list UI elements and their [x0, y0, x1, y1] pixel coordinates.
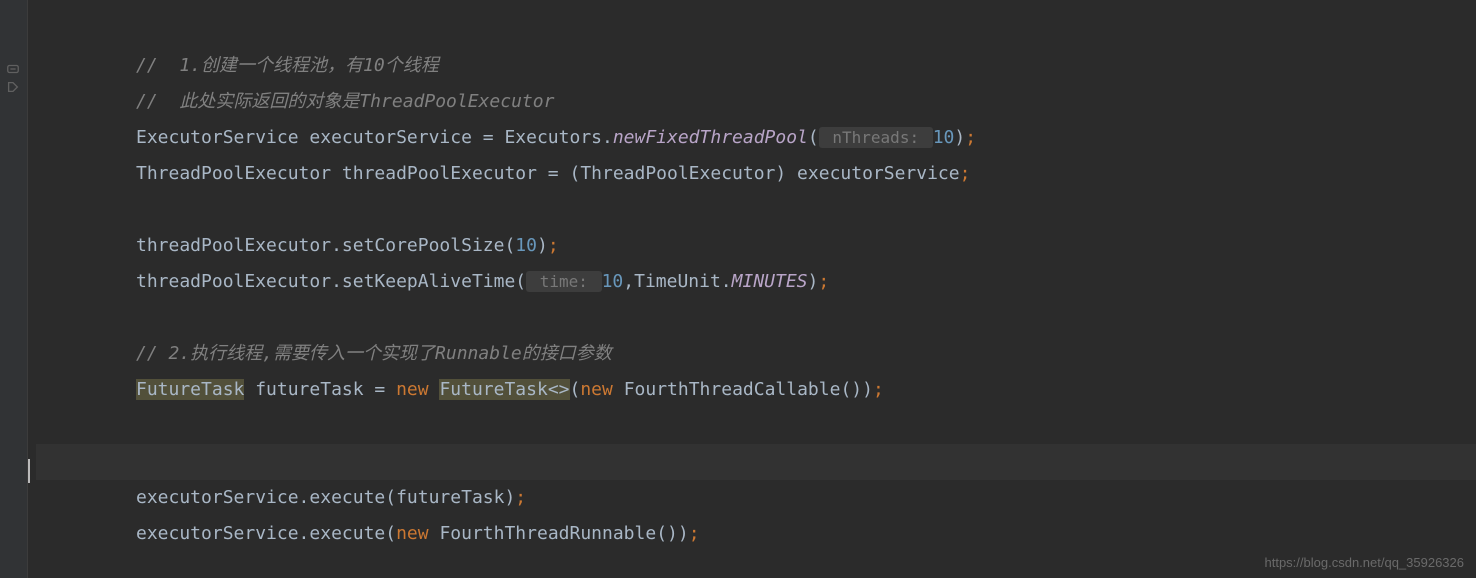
collapse-icon[interactable] [4, 78, 22, 96]
code-line [36, 192, 1476, 228]
code-line [36, 300, 1476, 336]
editor-gutter [0, 0, 28, 578]
watermark-text: https://blog.csdn.net/qq_35926326 [1265, 555, 1465, 570]
code-line-current [36, 444, 1476, 480]
code-line: // 此处实际返回的对象是ThreadPoolExecutor [36, 84, 1476, 120]
code-line: threadPoolExecutor.setKeepAliveTime( tim… [36, 264, 1476, 300]
code-line: ThreadPoolExecutor threadPoolExecutor = … [36, 156, 1476, 192]
collapse-icon[interactable] [4, 60, 22, 78]
code-line: // 2.执行线程,需要传入一个实现了Runnable的接口参数 [36, 336, 1476, 372]
code-editor[interactable]: public static void main(String[] args) {… [28, 0, 1476, 578]
code-line: // 1.创建一个线程池，有10个线程 [36, 48, 1476, 84]
code-line: ExecutorService executorService = Execut… [36, 120, 1476, 156]
code-line: public static void main(String[] args) { [36, 0, 1476, 12]
code-line: executorService.execute(futureTask); [36, 480, 1476, 516]
code-line: executorService.execute(new FourthThread… [36, 516, 1476, 552]
code-line: FutureTask futureTask = new FutureTask<>… [36, 372, 1476, 408]
code-line [36, 12, 1476, 48]
text-caret [28, 459, 30, 483]
code-line [36, 408, 1476, 444]
code-line: threadPoolExecutor.setCorePoolSize(10); [36, 228, 1476, 264]
